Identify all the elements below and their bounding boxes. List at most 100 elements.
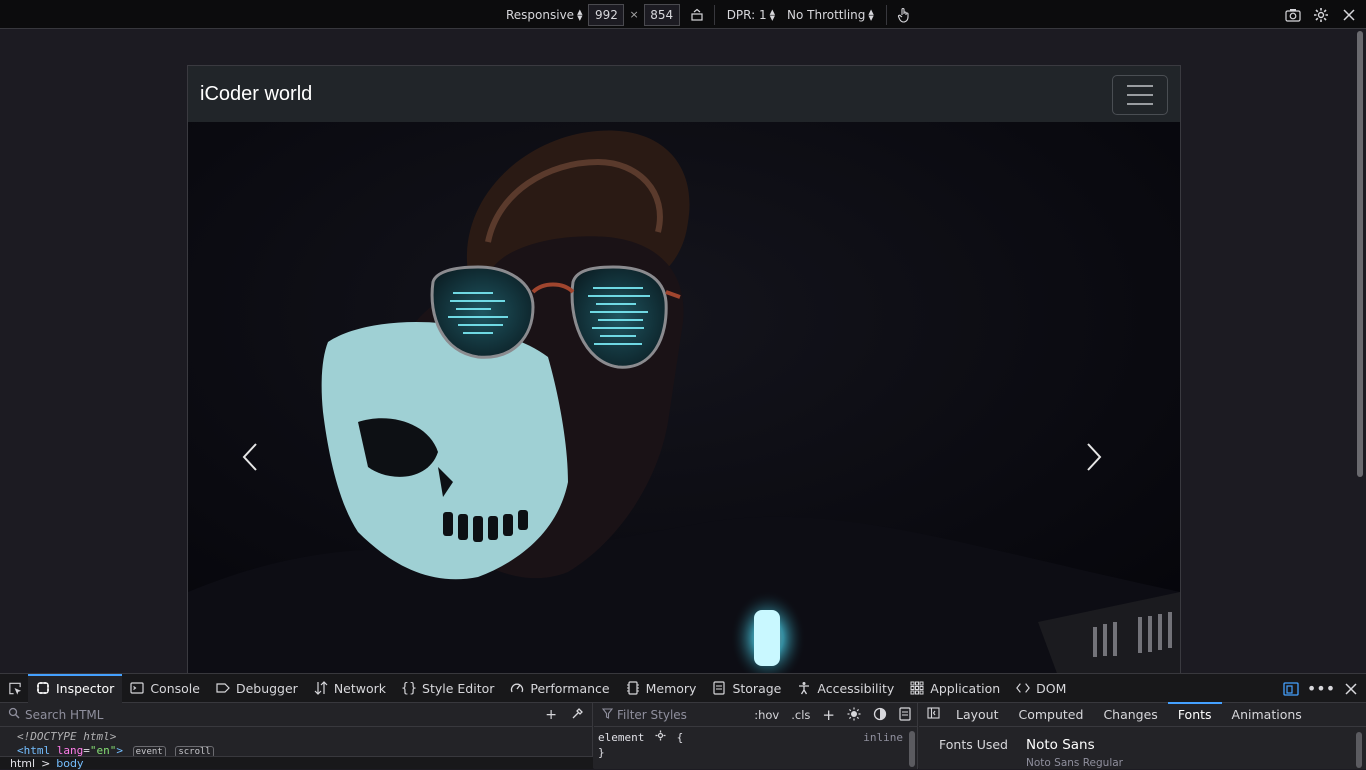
updown-arrows-icon: ▲ ▼ <box>868 7 874 22</box>
carousel-prev-button[interactable] <box>242 442 282 482</box>
tab-animations[interactable]: Animations <box>1222 703 1312 727</box>
sidebar-pane: Layout Computed Changes Fonts Animations… <box>919 701 1366 769</box>
navbar-brand[interactable]: iCoder world <box>200 83 312 106</box>
tab-debugger[interactable]: Debugger <box>208 674 306 703</box>
gear-icon[interactable] <box>655 730 673 744</box>
device-selector-label: Responsive <box>506 7 575 22</box>
rule-brace-close: } <box>598 746 605 759</box>
updown-arrows-icon: ▲ ▼ <box>577 7 583 22</box>
page-scrollbar[interactable] <box>1356 29 1366 673</box>
tab-label: DOM <box>1036 680 1067 696</box>
tab-dom[interactable]: DOM <box>1008 674 1074 703</box>
eyedropper-icon[interactable] <box>571 707 584 724</box>
rule-brace-open: { <box>676 731 684 744</box>
screenshot-icon[interactable] <box>1282 4 1304 26</box>
close-icon[interactable] <box>1338 4 1360 26</box>
element-selector: element <box>598 731 645 744</box>
dark-scheme-icon[interactable] <box>873 707 887 724</box>
breadcrumb-html[interactable]: html <box>10 757 35 770</box>
markup-actions: + <box>545 707 584 724</box>
toolbar-divider <box>885 4 887 25</box>
close-devtools-icon[interactable] <box>1340 678 1362 700</box>
devtools-toolbar-right: ••• <box>1280 674 1362 703</box>
tab-console[interactable]: Console <box>122 674 208 703</box>
font-family-name: Noto Sans <box>1026 737 1095 753</box>
network-icon <box>314 681 328 695</box>
rdm-controls: Responsive ▲ ▼ 992 × 854 DPR: 1 ▲ ▼ No Thr… <box>500 0 915 29</box>
tab-application[interactable]: Application <box>902 674 1008 703</box>
tab-changes[interactable]: Changes <box>1093 703 1167 727</box>
tab-label: Memory <box>645 680 697 696</box>
element-picker-button[interactable] <box>0 674 28 703</box>
search-icon <box>8 707 20 722</box>
memory-icon <box>626 681 640 695</box>
rotate-icon[interactable] <box>686 4 708 26</box>
dpr-selector[interactable]: DPR: 1 ▲ ▼ <box>721 4 781 26</box>
tab-fonts[interactable]: Fonts <box>1167 701 1222 727</box>
element-picker-icon <box>8 681 22 695</box>
device-selector[interactable]: Responsive ▲ ▼ <box>500 4 588 26</box>
html-search-bar: Search HTML + <box>0 703 592 727</box>
devtools-tabbar: Inspector Console Debugger Network {} St… <box>0 673 1366 703</box>
dpr-label: DPR: 1 <box>726 7 767 22</box>
touch-simulation-icon[interactable] <box>893 4 915 26</box>
inspector-icon <box>36 681 50 695</box>
tab-layout[interactable]: Layout <box>946 703 1009 727</box>
light-scheme-icon[interactable] <box>847 707 861 724</box>
tab-label: Console <box>150 680 200 696</box>
throttling-selector[interactable]: No Throttling ▲ ▼ <box>781 4 880 26</box>
filter-styles-input[interactable]: Filter Styles <box>617 708 687 722</box>
add-rule-icon[interactable]: + <box>822 706 835 724</box>
print-media-icon[interactable] <box>899 706 911 724</box>
tab-label: Application <box>930 680 1001 696</box>
inline-source-label[interactable]: inline <box>863 730 903 745</box>
tab-label: Accessibility <box>817 680 895 696</box>
tab-computed[interactable]: Computed <box>1009 703 1094 727</box>
hamburger-icon-bar <box>1127 85 1153 87</box>
font-entry: Noto Sans Noto Sans Regular <box>1026 737 1123 769</box>
toolbar-divider <box>713 4 715 25</box>
gear-icon[interactable] <box>1310 4 1332 26</box>
html-search-input[interactable]: Search HTML <box>25 708 103 722</box>
tab-performance[interactable]: Performance <box>502 674 617 703</box>
carousel-next-button[interactable] <box>1086 442 1126 482</box>
cls-toggle[interactable]: .cls <box>791 708 810 722</box>
more-options-icon[interactable]: ••• <box>1307 678 1335 700</box>
breadcrumb: html > body <box>0 756 593 770</box>
doctype-node[interactable]: <!DOCTYPE html> <box>17 730 592 744</box>
viewport-height-input[interactable]: 854 <box>643 3 680 26</box>
hamburger-icon-bar <box>1127 94 1153 96</box>
rules-list: element { } inline <box>594 727 917 760</box>
performance-icon <box>510 681 524 695</box>
rules-pane: Filter Styles :hov .cls + element {} in… <box>594 703 918 769</box>
tab-label: Style Editor <box>422 680 495 696</box>
updown-arrows-icon: ▲ ▼ <box>769 7 776 22</box>
add-node-icon[interactable]: + <box>545 707 557 724</box>
sidebar-scrollbar[interactable] <box>1356 732 1362 768</box>
rules-scrollbar[interactable] <box>909 731 915 767</box>
viewport-width-input[interactable]: 992 <box>588 3 625 26</box>
storage-icon <box>712 681 726 695</box>
tab-inspector[interactable]: Inspector <box>28 673 123 703</box>
sidebar-toggle-icon[interactable] <box>919 707 946 722</box>
tab-accessibility[interactable]: Accessibility <box>789 674 902 703</box>
breadcrumb-separator: > <box>41 757 51 770</box>
breadcrumb-body[interactable]: body <box>56 757 83 770</box>
chevron-left-icon <box>242 443 257 471</box>
navbar-toggler-button[interactable] <box>1112 75 1168 115</box>
accessibility-icon <box>797 681 811 695</box>
scrollbar-thumb[interactable] <box>1357 31 1363 477</box>
console-icon <box>130 681 144 695</box>
responsive-mode-icon[interactable] <box>1280 678 1302 700</box>
tab-memory[interactable]: Memory <box>618 674 705 703</box>
tab-storage[interactable]: Storage <box>704 674 789 703</box>
hov-toggle[interactable]: :hov <box>754 708 779 722</box>
tab-network[interactable]: Network <box>306 674 394 703</box>
devtools-body: Search HTML + <!DOCTYPE html> <html lang… <box>0 701 1366 770</box>
throttling-label: No Throttling <box>787 7 866 22</box>
responsive-viewport-area: iCoder world <box>0 29 1356 675</box>
tab-label: Storage <box>732 680 782 696</box>
font-variant-name: Noto Sans Regular <box>1026 757 1123 769</box>
markup-tree: <!DOCTYPE html> <html lang="en"> event s… <box>0 727 592 758</box>
tab-style-editor[interactable]: {} Style Editor <box>394 674 502 703</box>
